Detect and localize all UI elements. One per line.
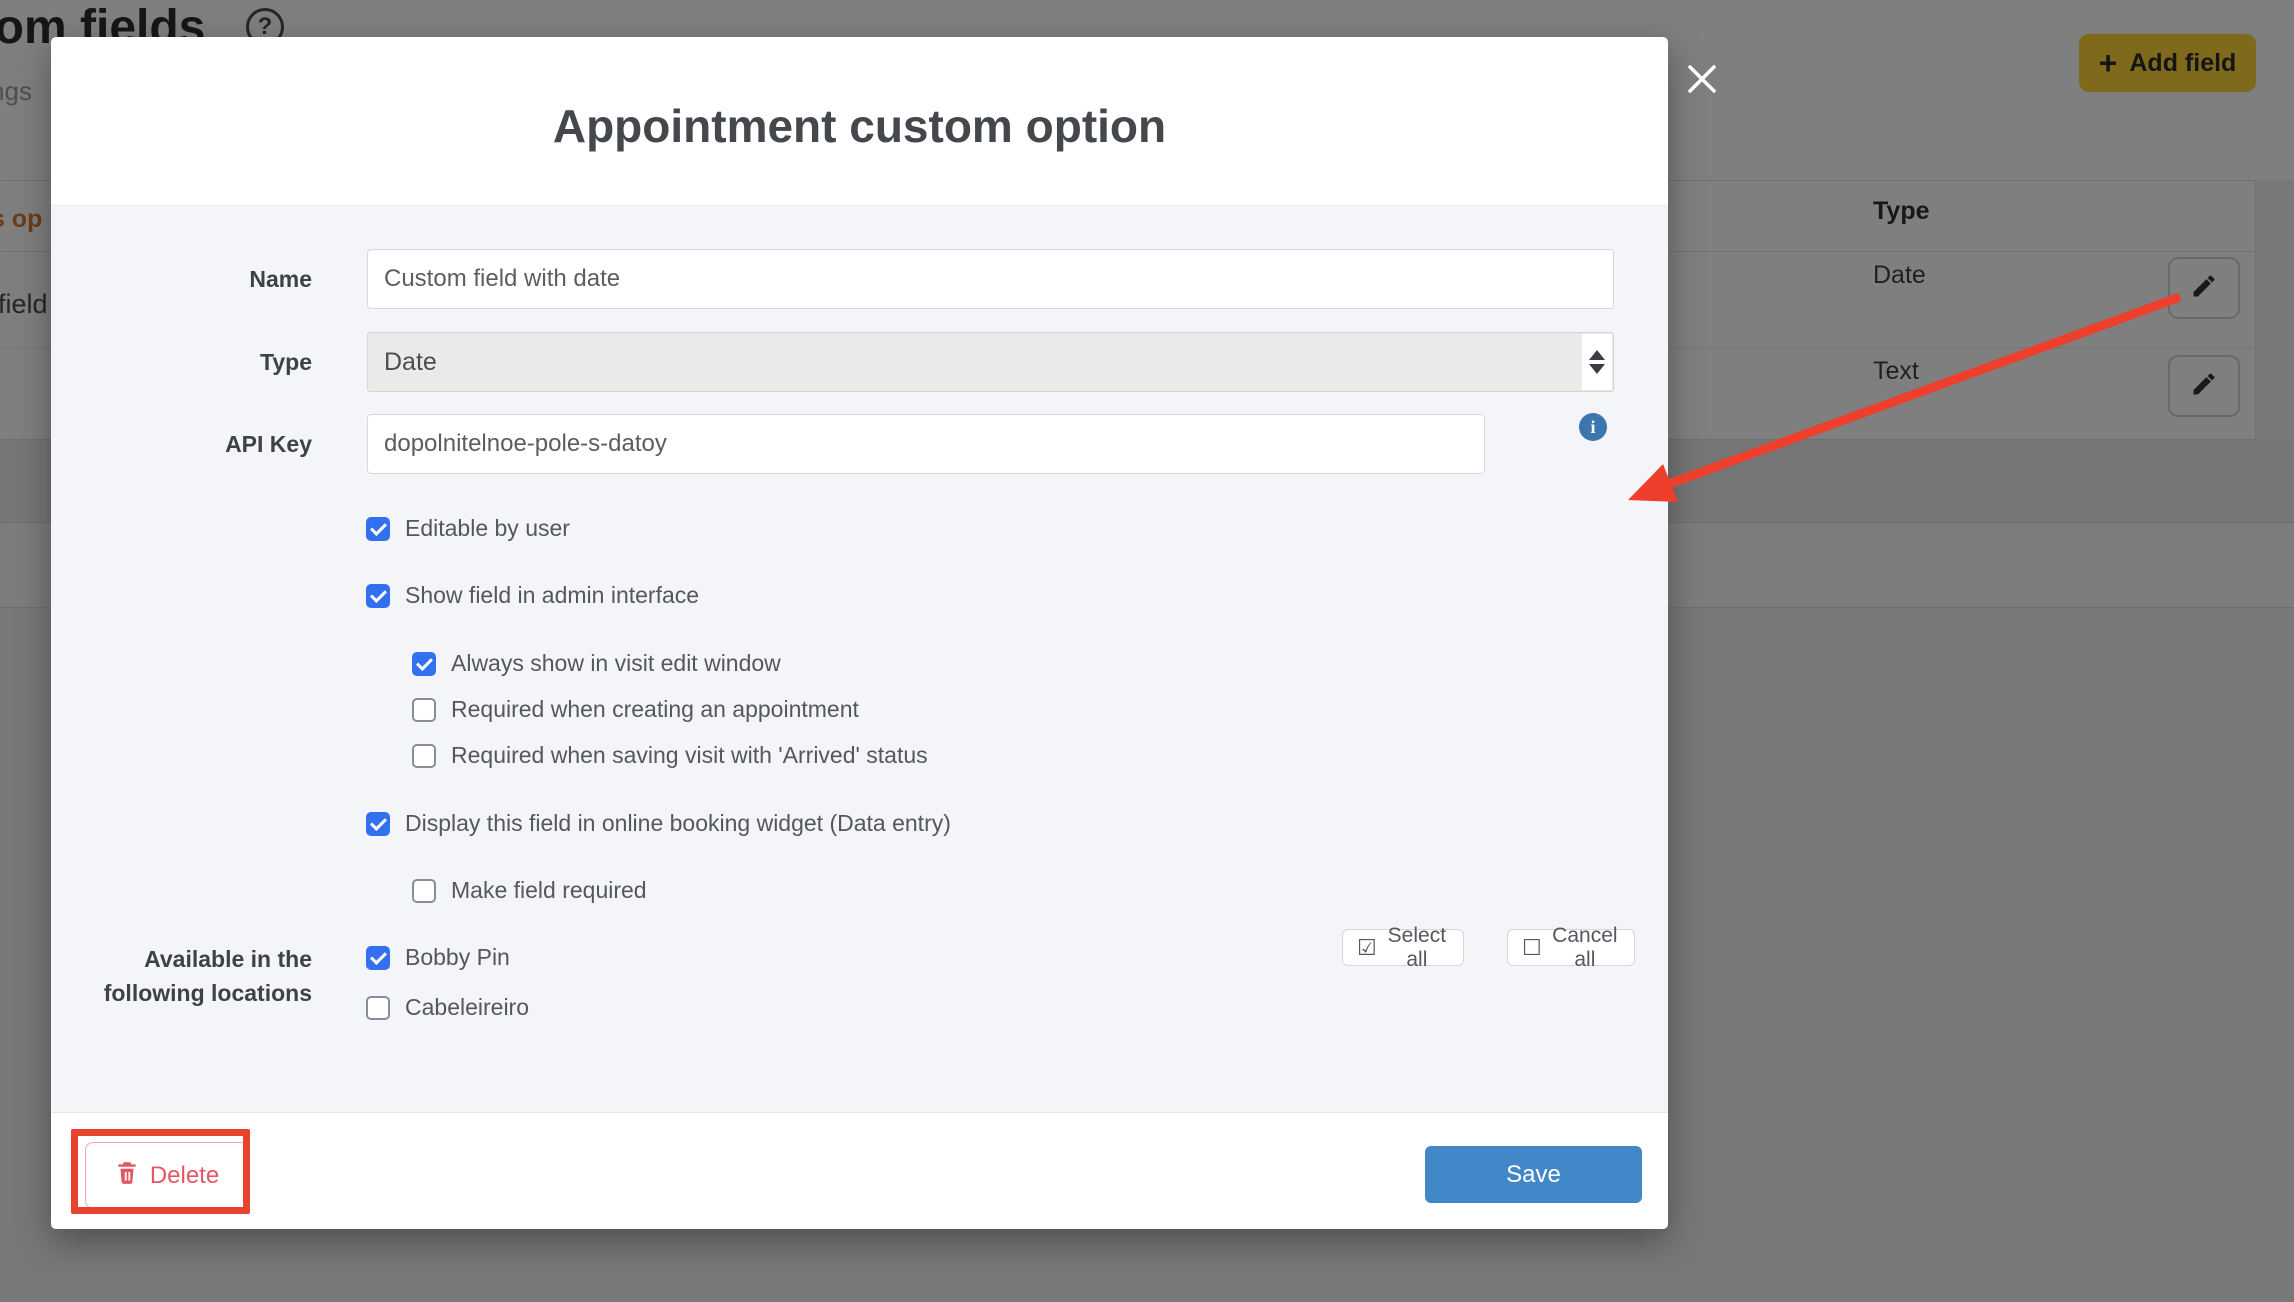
checkbox-icon[interactable] (366, 584, 390, 608)
delete-button[interactable]: Delete (85, 1142, 248, 1209)
close-icon[interactable] (1680, 57, 1724, 101)
checkbox-icon[interactable] (412, 698, 436, 722)
api-key-input[interactable] (367, 414, 1485, 474)
type-label: Type (51, 349, 312, 376)
checkbox-icon[interactable] (412, 652, 436, 676)
checkbox-location-cabeleireiro[interactable]: Cabeleireiro (366, 994, 529, 1021)
locations-label: Available in the following locations (51, 942, 312, 1010)
checkbox-required-creating[interactable]: Required when creating an appointment (412, 696, 859, 723)
checkbox-always-show-visit-edit[interactable]: Always show in visit edit window (412, 650, 781, 677)
checked-square-icon: ☑ (1357, 937, 1377, 959)
select-all-button[interactable]: ☑ Select all (1342, 929, 1464, 966)
checkbox-location-bobby-pin[interactable]: Bobby Pin (366, 944, 510, 971)
screen: Custom fields ? Settings + Add field ls … (0, 0, 2294, 1302)
info-icon[interactable]: i (1579, 413, 1607, 441)
checkbox-icon[interactable] (366, 517, 390, 541)
checkbox-icon[interactable] (412, 879, 436, 903)
dialog-title: Appointment custom option (51, 99, 1668, 153)
checkbox-icon[interactable] (412, 744, 436, 768)
checkbox-display-online-booking[interactable]: Display this field in online booking wid… (366, 810, 951, 837)
type-select[interactable]: Date (367, 332, 1614, 392)
cancel-all-button[interactable]: ☐ Cancel all (1507, 929, 1635, 966)
empty-square-icon: ☐ (1522, 937, 1542, 959)
name-input[interactable] (367, 249, 1614, 309)
type-select-value: Date (384, 348, 437, 377)
select-spinner-icon (1582, 334, 1612, 390)
checkbox-editable-by-user[interactable]: Editable by user (366, 515, 570, 542)
checkbox-icon[interactable] (366, 946, 390, 970)
name-label: Name (51, 266, 312, 293)
save-button[interactable]: Save (1425, 1146, 1642, 1203)
checkbox-make-field-required[interactable]: Make field required (412, 877, 647, 904)
checkbox-icon[interactable] (366, 812, 390, 836)
checkbox-show-in-admin[interactable]: Show field in admin interface (366, 582, 699, 609)
checkbox-icon[interactable] (366, 996, 390, 1020)
trash-icon (114, 1159, 140, 1192)
appointment-custom-option-dialog: Appointment custom option Name Type Date… (51, 37, 1668, 1229)
api-key-label: API Key (51, 431, 312, 458)
checkbox-required-arrived[interactable]: Required when saving visit with 'Arrived… (412, 742, 928, 769)
